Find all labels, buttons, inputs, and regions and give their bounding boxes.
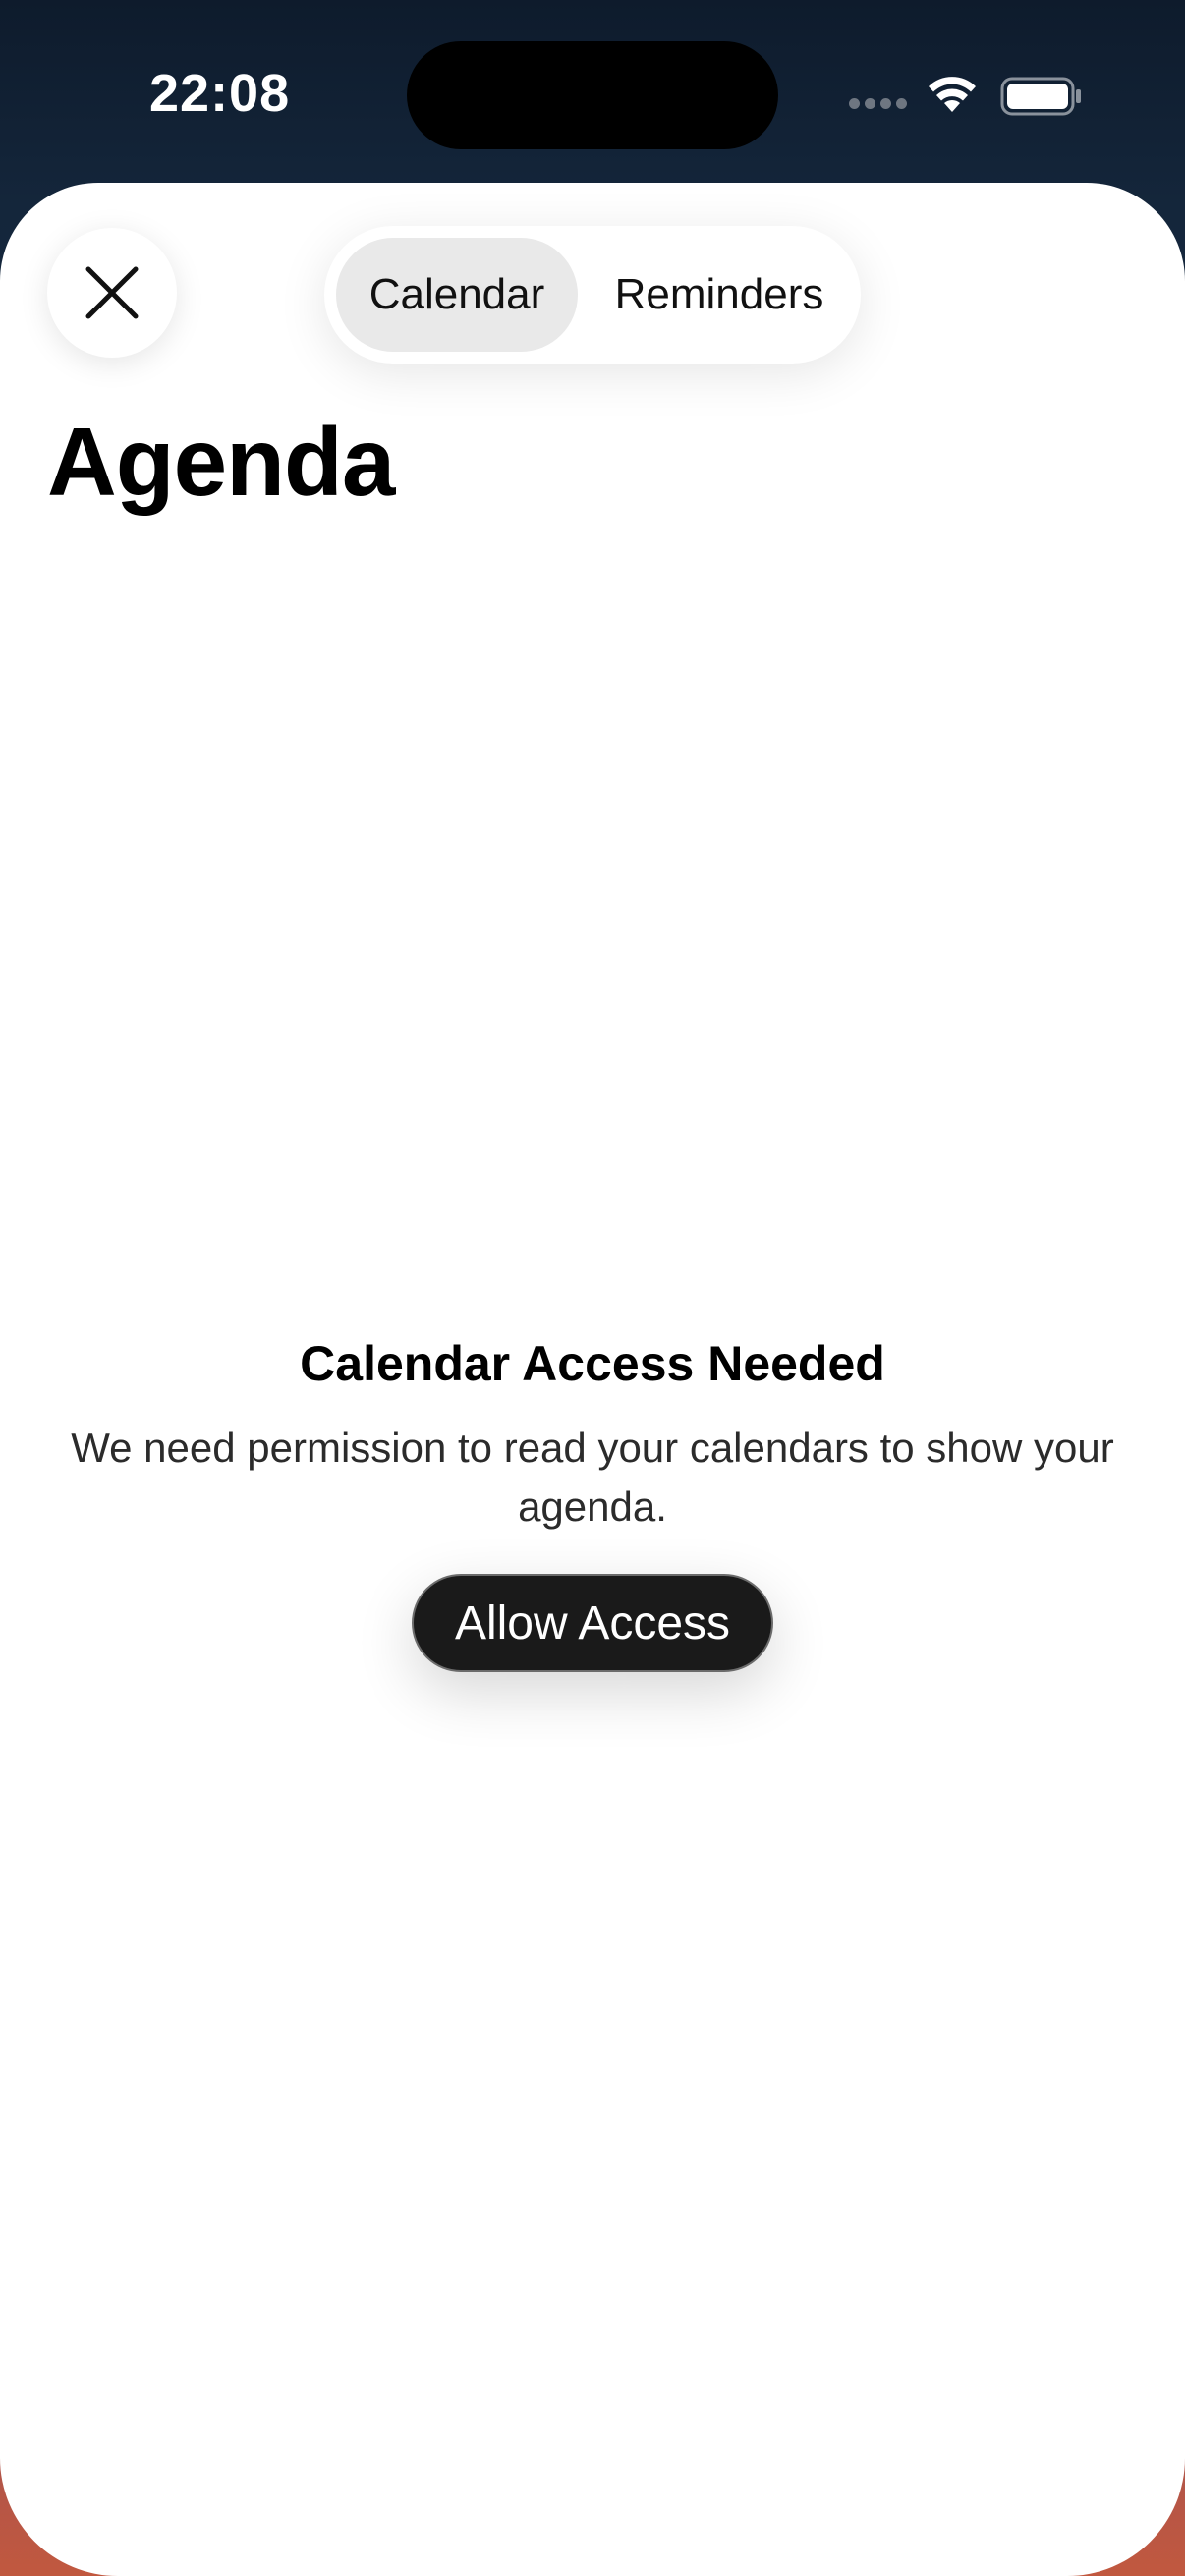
status-time: 22:08	[149, 64, 291, 123]
page-title: Agenda	[47, 408, 395, 516]
calendar-access-empty-state: Calendar Access Needed We need permissio…	[0, 1332, 1185, 1672]
status-bar: 22:08	[0, 0, 1185, 187]
close-icon	[85, 266, 139, 319]
battery-icon	[1000, 77, 1081, 116]
allow-access-button[interactable]: Allow Access	[412, 1574, 773, 1672]
agenda-sheet: Calendar Reminders Agenda Calendar Acces…	[0, 183, 1185, 2576]
empty-state-message: We need permission to read your calendar…	[71, 1425, 1114, 1530]
tab-calendar[interactable]: Calendar	[336, 238, 578, 352]
dynamic-island	[407, 41, 778, 149]
close-button[interactable]	[47, 228, 177, 358]
calendar-reminders-segmented-control: Calendar Reminders	[324, 226, 861, 364]
wifi-icon	[929, 77, 976, 112]
empty-state-title: Calendar Access Needed	[300, 1336, 885, 1391]
cellular-signal-icon	[849, 98, 908, 112]
tab-reminders[interactable]: Reminders	[588, 238, 851, 352]
